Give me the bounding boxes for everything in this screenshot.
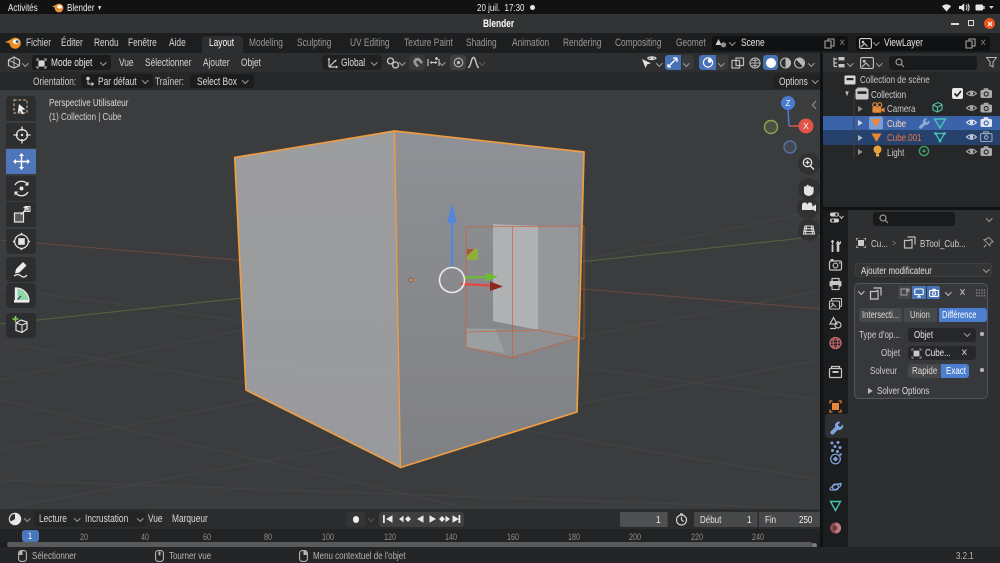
svg-text:X: X	[803, 121, 809, 131]
svg-text:Z: Z	[786, 99, 791, 108]
